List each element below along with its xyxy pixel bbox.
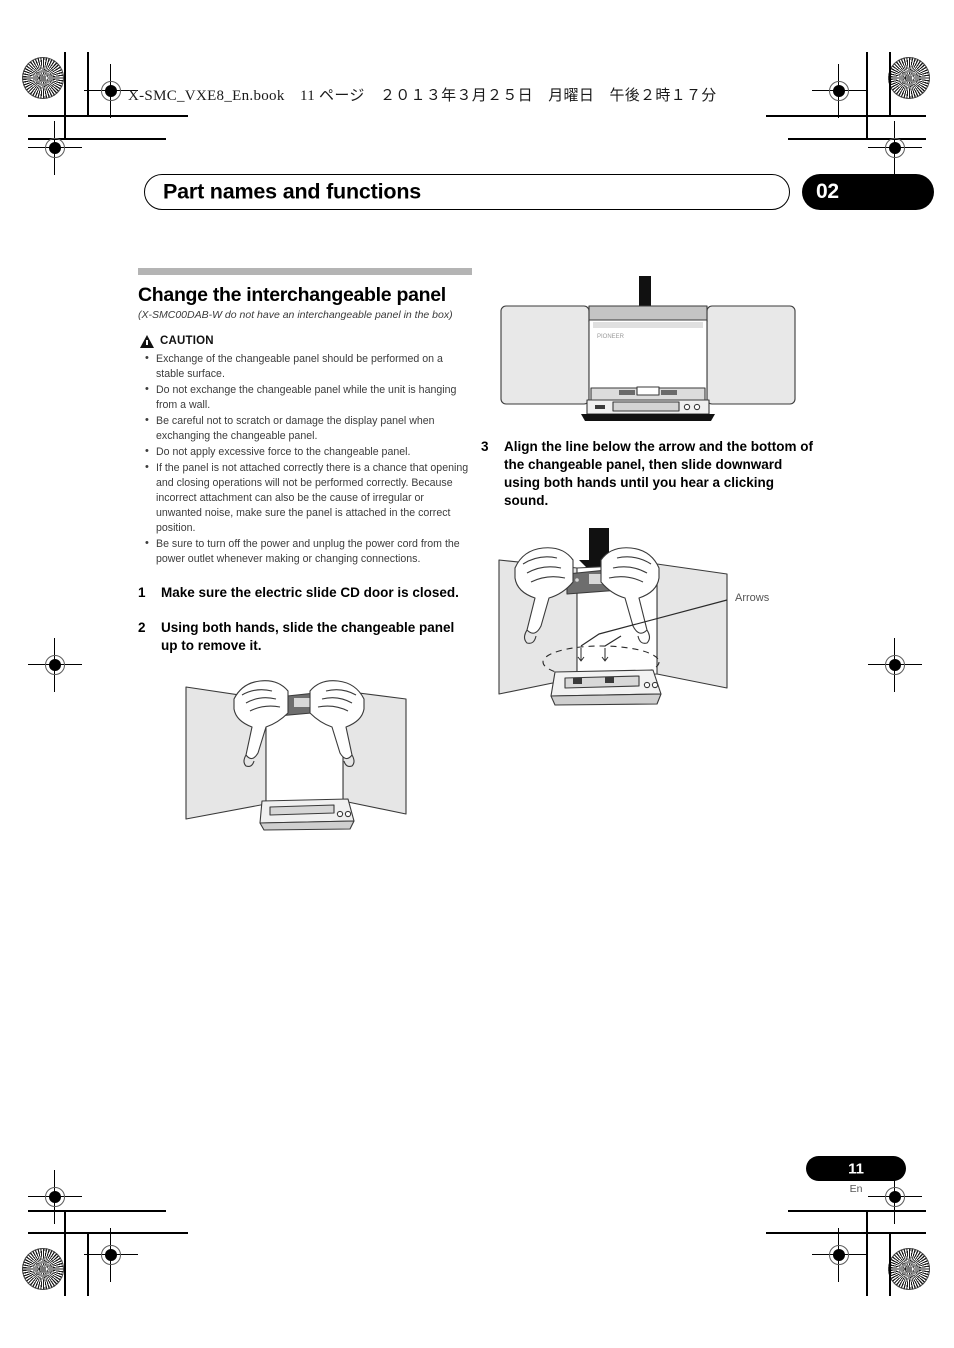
- chapter-number-badge: 02: [802, 174, 934, 210]
- step-3-number: 3: [481, 439, 489, 454]
- step-3-text: Align the line below the arrow and the b…: [504, 439, 813, 508]
- crop-line: [28, 1232, 188, 1234]
- section-subnote: (X-SMC00DAB-W do not have an interchange…: [138, 309, 453, 322]
- star-target-top-right: [888, 57, 930, 99]
- step-1-number: 1: [138, 585, 146, 601]
- registration-mark: [812, 64, 866, 118]
- caution-list: Exchange of the changeable panel should …: [138, 351, 472, 567]
- crop-line: [28, 115, 188, 117]
- list-item: Do not apply excessive force to the chan…: [138, 444, 472, 460]
- arrows-callout-label: Arrows: [735, 591, 770, 604]
- left-column: Change the interchangeable panel (X-SMC0…: [138, 268, 472, 849]
- star-target-bottom-left: [22, 1248, 64, 1290]
- step-1-text: Make sure the electric slide CD door is …: [161, 585, 459, 601]
- registration-mark: [868, 121, 922, 175]
- list-item: Be sure to turn off the power and unplug…: [138, 536, 472, 567]
- chapter-number: 02: [816, 180, 839, 203]
- section-rule: [138, 268, 472, 275]
- page-number: 11: [848, 1160, 864, 1177]
- page-number-badge: 11: [806, 1156, 906, 1181]
- svg-text:PIONEER: PIONEER: [597, 334, 625, 340]
- language-label: En: [849, 1183, 863, 1195]
- document-page: X-SMC_VXE8_En.book 11 ページ ２０１３年３月２５日 月曜日…: [0, 0, 954, 1348]
- warning-triangle-icon: [140, 334, 154, 348]
- registration-mark: [812, 1228, 866, 1282]
- caution-label: CAUTION: [160, 335, 214, 348]
- step-2: 2 Using both hands, slide the changeable…: [138, 619, 472, 655]
- crop-line: [87, 1232, 89, 1296]
- crop-line: [889, 52, 891, 115]
- list-item: Do not exchange the changeable panel whi…: [138, 382, 472, 413]
- step-2-number: 2: [138, 619, 146, 635]
- step-2-text: Using both hands, slide the changeable p…: [161, 619, 455, 653]
- list-item: Exchange of the changeable panel should …: [138, 351, 472, 382]
- hands-install-panel-illustration: [498, 527, 728, 706]
- right-column: PIONEER 3 Align the line below the arrow…: [481, 268, 815, 712]
- caution-header: CAUTION: [140, 334, 472, 348]
- section-heading: Change the interchangeable panel: [138, 284, 446, 306]
- crop-line: [889, 1232, 891, 1296]
- figure-hands-sliding-panel-up: [138, 669, 472, 849]
- figure-hands-sliding-panel-down: Arrows: [481, 522, 815, 712]
- crop-line: [766, 115, 926, 117]
- list-item: If the panel is not attached correctly t…: [138, 460, 472, 536]
- step-1: 1 Make sure the electric slide CD door i…: [138, 584, 472, 602]
- registration-mark: [28, 638, 82, 692]
- crop-line: [87, 52, 89, 115]
- step-3: 3 Align the line below the arrow and the…: [481, 438, 815, 510]
- crop-line: [64, 52, 66, 138]
- crop-line: [866, 1210, 868, 1296]
- registration-mark: [28, 121, 82, 175]
- star-target-bottom-right: [888, 1248, 930, 1290]
- star-target-top-left: [22, 57, 64, 99]
- registration-mark: [84, 1228, 138, 1282]
- chapter-title-bar: Part names and functions: [144, 174, 790, 210]
- crop-line: [866, 52, 868, 138]
- hands-remove-panel-illustration: [185, 680, 407, 831]
- crop-line: [766, 1232, 926, 1234]
- registration-mark: [868, 638, 922, 692]
- book-file-header: X-SMC_VXE8_En.book 11 ページ ２０１３年３月２５日 月曜日…: [128, 88, 717, 104]
- registration-mark: [84, 64, 138, 118]
- registration-mark: [28, 1170, 82, 1224]
- crop-line: [64, 1210, 66, 1296]
- stereo-unit-illustration: PIONEER: [500, 276, 796, 421]
- list-item: Be careful not to scratch or damage the …: [138, 413, 472, 444]
- figure-stereo-unit-panel-up-arrow: PIONEER: [481, 268, 815, 428]
- page-title: Part names and functions: [163, 179, 422, 204]
